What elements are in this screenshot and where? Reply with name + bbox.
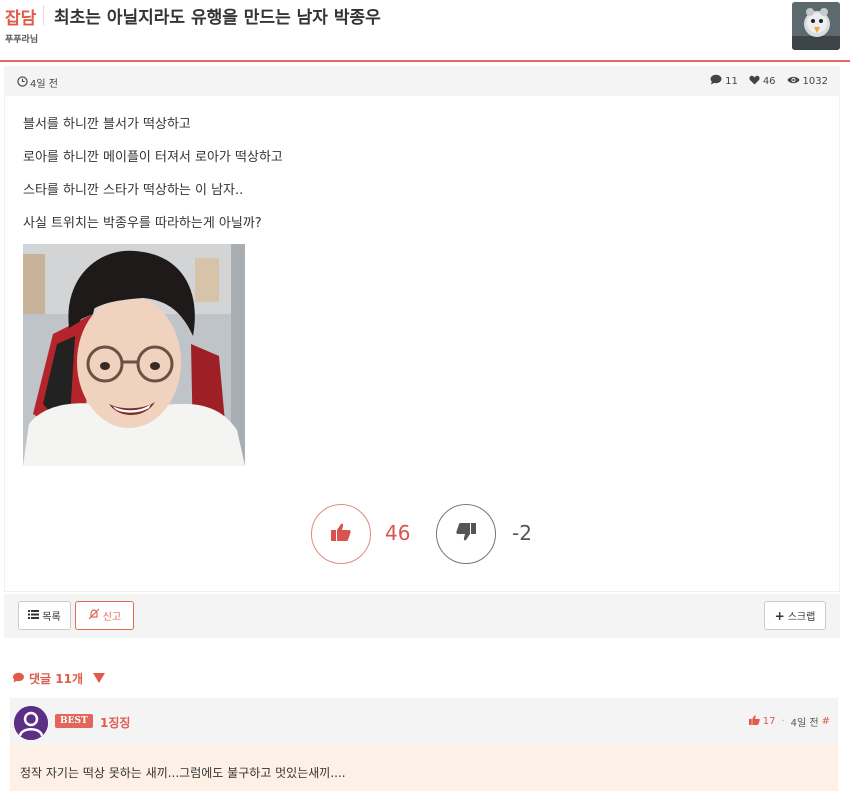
best-comment-header: BEST 1징징 17 · 4일 전 # xyxy=(10,698,838,745)
commenter-name[interactable]: 1징징 xyxy=(100,714,130,731)
comment-count: 11 xyxy=(725,75,738,87)
best-comment-text: 정작 자기는 떡상 못하는 새끼...그럼에도 불구하고 멋있는새끼.... xyxy=(10,745,838,791)
plus-icon: + xyxy=(774,608,785,623)
post-image[interactable] xyxy=(23,244,245,466)
comments-count-label: 댓글 11개 xyxy=(29,672,83,686)
scrap-button-label: 스크랩 xyxy=(787,612,816,623)
content-line: 스타를 하니깐 스타가 떡상하는 이 남자.. xyxy=(23,183,244,198)
downvote-count: -2 xyxy=(512,521,532,545)
list-button[interactable]: 목록 xyxy=(18,601,71,630)
comment-time: 4일 전 xyxy=(790,718,819,729)
report-button[interactable]: 신고 xyxy=(75,601,134,630)
post-time: 4일 전 xyxy=(17,75,58,90)
thumbs-down-icon xyxy=(456,523,476,545)
comment-meta: 17 · 4일 전 # xyxy=(748,714,830,729)
content-line: 블서를 하니깐 블서가 떡상하고 xyxy=(23,117,191,132)
post-time-text: 4일 전 xyxy=(30,79,58,90)
user-avatar-icon xyxy=(14,706,48,740)
content-line: 로아를 하니깐 메이플이 터져서 로아가 떡상하고 xyxy=(23,150,283,165)
commenter-avatar[interactable] xyxy=(14,706,48,740)
heart-icon xyxy=(749,75,760,88)
scrap-button[interactable]: + 스크랩 xyxy=(764,601,826,630)
post-author[interactable]: 푸푸라님 xyxy=(5,32,38,45)
post-content: 블서를 하니깐 블서가 떡상하고 로아를 하니깐 메이플이 터져서 로아가 떡상… xyxy=(23,116,283,248)
list-button-label: 목록 xyxy=(42,612,61,623)
downvote-button[interactable] xyxy=(436,504,496,564)
post-meta-bar: 4일 전 11 46 1032 xyxy=(4,66,840,96)
category-divider xyxy=(43,5,44,25)
clock-icon xyxy=(17,75,28,90)
post-action-bar: 목록 신고 + 스크랩 xyxy=(4,594,840,638)
view-count: 1032 xyxy=(802,75,828,87)
like-count: 46 xyxy=(762,75,776,87)
comment-icon xyxy=(12,672,25,686)
dropdown-arrow-icon xyxy=(93,672,105,686)
eye-icon xyxy=(787,75,800,88)
comments-toggle[interactable]: 댓글 11개 xyxy=(12,670,105,687)
comment-likes: 17 xyxy=(762,716,776,727)
comment-icon xyxy=(710,74,722,88)
author-avatar[interactable] xyxy=(792,2,840,50)
comment-permalink[interactable]: # xyxy=(822,716,830,727)
upvote-button[interactable] xyxy=(311,504,371,564)
post-body: 블서를 하니깐 블서가 떡상하고 로아를 하니깐 메이플이 터져서 로아가 떡상… xyxy=(4,96,840,592)
report-button-label: 신고 xyxy=(102,612,122,623)
thumbs-up-icon xyxy=(331,523,351,545)
upvote-count: 46 xyxy=(385,521,411,545)
list-icon xyxy=(28,609,40,622)
post-stats: 11 46 1032 xyxy=(710,74,828,88)
meta-separator: · xyxy=(781,716,785,727)
post-header: 잡담 최초는 아닐지라도 유행을 만드는 남자 박종우 푸푸라님 xyxy=(0,0,850,62)
post-title: 최초는 아닐지라도 유행을 만드는 남자 박종우 xyxy=(54,8,381,28)
category-label[interactable]: 잡담 xyxy=(5,4,36,29)
best-badge: BEST xyxy=(55,714,93,728)
vote-area: 46 -2 xyxy=(5,504,841,564)
thumbs-up-icon xyxy=(748,715,760,728)
report-icon xyxy=(88,608,100,623)
